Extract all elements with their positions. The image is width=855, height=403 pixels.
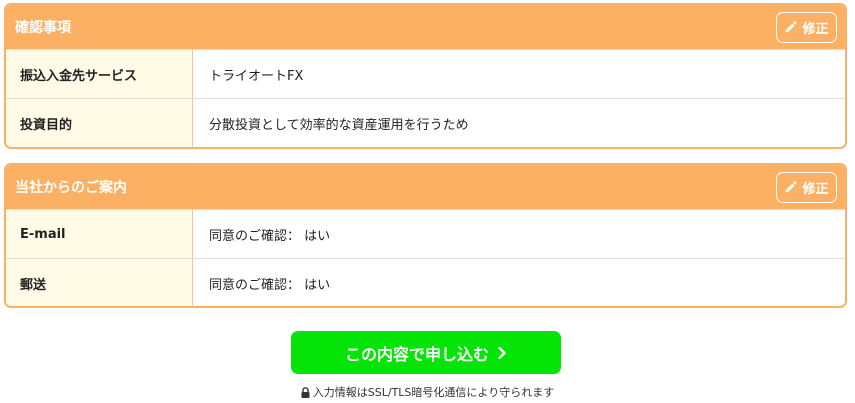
ssl-note-text: 入力情報はSSL/TLS暗号化通信により守られます <box>312 386 555 399</box>
submit-button[interactable]: この内容で申し込む <box>291 331 561 374</box>
chevron-right-icon <box>498 346 506 359</box>
table-row: 投資目的 分散投資として効率的な資産運用を行うため <box>6 98 845 147</box>
edit-button-label: 修正 <box>802 21 829 37</box>
row-label: E-mail <box>6 210 193 258</box>
pencil-icon <box>786 181 798 193</box>
table-row: 振込入金先サービス トライオートFX <box>6 49 845 98</box>
edit-button-label: 修正 <box>802 181 829 197</box>
row-value: 分散投資として効率的な資産運用を行うため <box>209 117 469 133</box>
section-title: 当社からのご案内 <box>15 180 127 196</box>
section-title: 確認事項 <box>15 20 71 36</box>
edit-button[interactable]: 修正 <box>776 171 837 203</box>
table-row: E-mail 同意のご確認： はい <box>6 209 845 258</box>
row-label: 振込入金先サービス <box>6 50 193 98</box>
submit-button-label: この内容で申し込む <box>344 344 489 364</box>
row-label: 郵送 <box>6 259 193 306</box>
row-value: 同意のご確認： はい <box>209 277 331 293</box>
lock-icon <box>301 386 310 398</box>
section-header: 当社からのご案内 修正 <box>6 165 845 209</box>
edit-button[interactable]: 修正 <box>776 11 837 43</box>
row-value: トライオートFX <box>209 68 304 84</box>
company-notice-section: 当社からのご案内 修正 E-mail 同意のご確認： はい 郵送 同意のご確認：… <box>4 163 847 308</box>
section-header: 確認事項 修正 <box>6 5 845 49</box>
row-value: 同意のご確認： はい <box>209 228 331 244</box>
row-label: 投資目的 <box>6 99 193 147</box>
confirmation-section: 確認事項 修正 振込入金先サービス トライオートFX 投資目的 分散投資として効… <box>4 3 847 149</box>
ssl-note: 入力情報はSSL/TLS暗号化通信により守られます <box>0 384 855 400</box>
pencil-icon <box>786 21 798 33</box>
table-row: 郵送 同意のご確認： はい <box>6 258 845 306</box>
